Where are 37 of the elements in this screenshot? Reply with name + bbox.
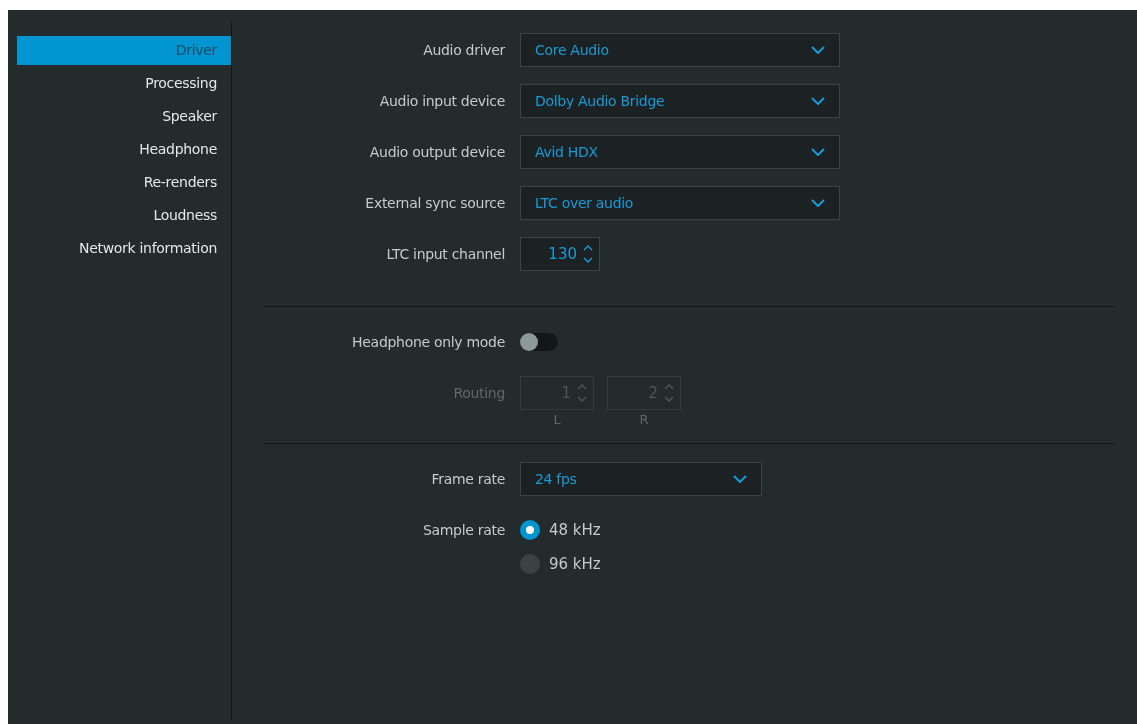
chevron-down-icon xyxy=(811,97,825,105)
chevron-down-icon xyxy=(811,46,825,54)
chevron-down-icon xyxy=(733,475,747,483)
field-label: Frame rate xyxy=(430,470,506,489)
sidebar-item[interactable]: Re-renders xyxy=(17,168,231,197)
sidebar-item[interactable]: Driver xyxy=(17,36,231,65)
sidebar-item[interactable]: Loudness xyxy=(17,201,231,230)
number-field[interactable]: 130 xyxy=(520,237,600,271)
chevron-down-icon xyxy=(811,199,825,207)
toggle-switch[interactable] xyxy=(520,333,558,351)
dropdown[interactable]: LTC over audio xyxy=(520,186,840,220)
channel-caption: L xyxy=(553,412,561,427)
radio-label: 48 kHz xyxy=(549,521,601,539)
dropdown[interactable]: Core Audio xyxy=(520,33,840,67)
radio-label: 96 kHz xyxy=(549,555,601,573)
stepper-icon xyxy=(583,243,593,265)
field-label: Audio output device xyxy=(368,143,506,162)
dropdown[interactable]: Dolby Audio Bridge xyxy=(520,84,840,118)
field-label: Headphone only mode xyxy=(351,333,506,352)
field-label: Sample rate xyxy=(421,521,506,540)
field-label: Audio input device xyxy=(378,92,506,111)
sidebar-item[interactable]: Headphone xyxy=(17,135,231,164)
stepper-icon xyxy=(577,382,587,404)
chevron-down-icon xyxy=(811,148,825,156)
field-label: External sync source xyxy=(364,194,506,213)
sidebar-item[interactable]: Speaker xyxy=(17,102,231,131)
channel-caption: R xyxy=(639,412,649,427)
field-label: Routing xyxy=(452,384,506,403)
dropdown[interactable]: Avid HDX xyxy=(520,135,840,169)
field-label: LTC input channel xyxy=(385,245,506,264)
radio-button[interactable] xyxy=(520,520,540,540)
radio-button[interactable] xyxy=(520,554,540,574)
stepper-icon xyxy=(664,382,674,404)
sidebar-item[interactable]: Processing xyxy=(17,69,231,98)
sidebar-item[interactable]: Network information xyxy=(17,234,231,263)
field-label: Audio driver xyxy=(422,41,507,60)
dropdown[interactable]: 24 fps xyxy=(520,462,762,496)
